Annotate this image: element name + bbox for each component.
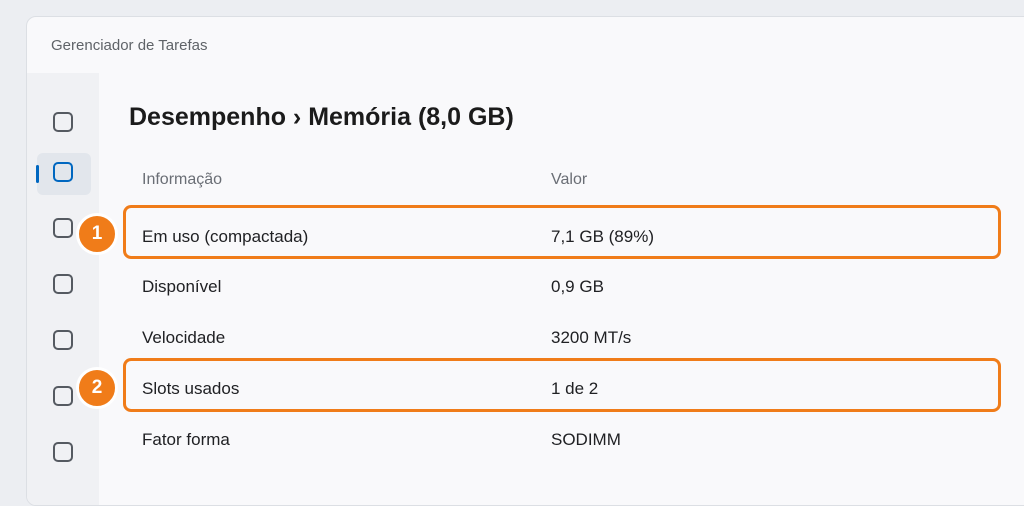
window-title: Gerenciador de Tarefas [51,37,208,54]
row-label-available: Disponível [142,277,222,296]
sidebar-item-5[interactable] [37,321,91,363]
sidebar-item-7[interactable] [37,433,91,475]
row-label-form-factor: Fator forma [142,430,230,449]
square-icon [53,274,73,294]
active-indicator [36,165,39,183]
page-title: Desempenho › Memória (8,0 GB) [129,103,514,131]
square-icon [53,386,73,406]
row-value-available: 0,9 GB [551,277,604,296]
square-icon [53,442,73,462]
column-header-info: Informação [142,171,223,188]
highlight-box-in-use [123,205,1001,259]
row-value-speed: 3200 MT/s [551,328,632,347]
highlight-box-slots-used [123,358,1001,412]
annotation-badge-1: 1 [76,213,118,255]
row-value-form-factor: SODIMM [551,430,621,449]
square-icon [53,162,73,182]
square-icon [53,330,73,350]
annotation-badge-2: 2 [76,367,118,409]
sidebar-item-1[interactable] [37,103,91,145]
sidebar-item-2-active[interactable] [36,153,91,195]
sidebar [27,73,99,505]
task-manager-window: Gerenciador de Tarefas Desempenho › Memó… [26,16,1024,506]
sidebar-item-4[interactable] [37,265,91,307]
square-icon [53,112,73,132]
row-label-speed: Velocidade [142,328,226,347]
column-header-value: Valor [551,171,588,188]
square-icon [53,218,73,238]
